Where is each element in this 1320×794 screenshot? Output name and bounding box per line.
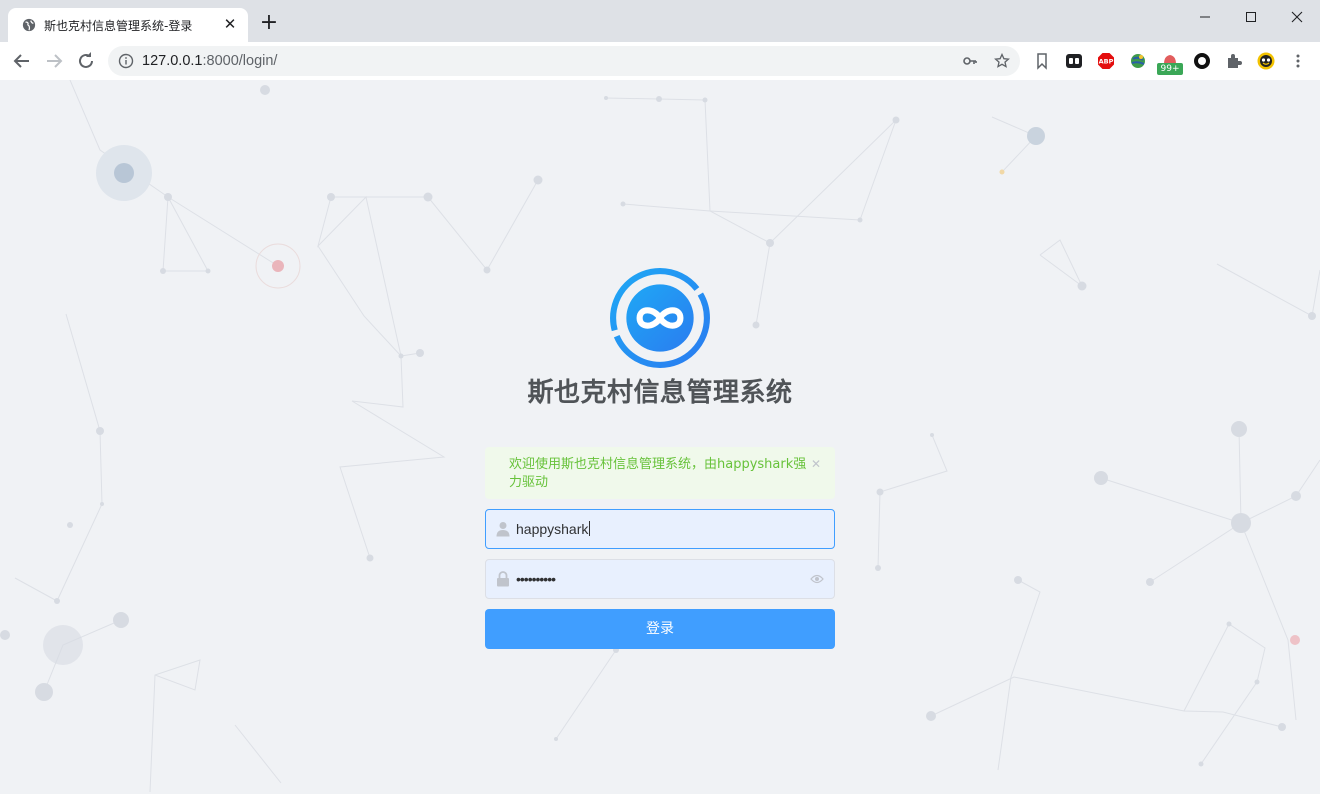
browser-tabstrip: 斯也克村信息管理系统-登录 ✕ + — [0, 0, 1320, 42]
page-title: 斯也克村信息管理系统 — [527, 378, 793, 408]
bookmark-icon[interactable] — [1033, 52, 1051, 70]
minimize-icon[interactable] — [1182, 4, 1228, 28]
tab-close-icon[interactable]: ✕ — [222, 16, 238, 32]
login-button[interactable]: 登录 — [485, 609, 835, 649]
maximize-icon[interactable] — [1228, 4, 1274, 28]
alert-message: 欢迎使用斯也克村信息管理系统，由happyshark强力驱动 — [509, 457, 807, 490]
alert-close-icon[interactable]: ✕ — [811, 457, 821, 471]
globe-icon — [22, 18, 36, 32]
url-path: :8000/login/ — [202, 53, 278, 69]
close-window-icon[interactable] — [1274, 4, 1320, 28]
reload-icon[interactable] — [74, 49, 98, 73]
puzzle-icon[interactable] — [1225, 52, 1243, 70]
address-bar[interactable]: 127.0.0.1:8000/login/ — [108, 46, 1020, 76]
circle-extension-icon[interactable] — [1193, 52, 1211, 70]
todo-icon[interactable] — [1065, 52, 1083, 70]
lock-icon — [497, 571, 509, 587]
extension-badge: 99+ — [1157, 63, 1183, 75]
back-icon[interactable] — [10, 49, 34, 73]
star-icon[interactable] — [994, 53, 1010, 69]
network-background — [0, 80, 1320, 793]
svg-text:ABP: ABP — [1099, 58, 1114, 66]
tab-title: 斯也克村信息管理系统-登录 — [44, 19, 193, 33]
browser-tab[interactable]: 斯也克村信息管理系统-登录 ✕ — [8, 8, 248, 42]
more-menu-icon[interactable] — [1289, 52, 1307, 70]
forward-icon[interactable] — [42, 49, 66, 73]
profile-avatar-icon[interactable] — [1257, 52, 1275, 70]
browser-toolbar: 127.0.0.1:8000/login/ ABP 99+ — [0, 42, 1320, 81]
text-caret — [589, 521, 591, 536]
url-host: 127.0.0.1 — [142, 53, 203, 69]
user-icon — [496, 522, 510, 537]
password-input[interactable]: •••••••••• — [516, 571, 556, 587]
url-text: 127.0.0.1:8000/login/ — [142, 53, 277, 69]
username-field[interactable]: happyshark — [485, 509, 835, 549]
site-info-icon[interactable] — [118, 53, 134, 69]
show-password-eye-icon[interactable] — [810, 573, 824, 585]
adblock-plus-icon[interactable]: ABP — [1097, 52, 1115, 70]
globe-extension-icon[interactable] — [1129, 52, 1147, 70]
welcome-alert: 欢迎使用斯也克村信息管理系统，由happyshark强力驱动 ✕ — [485, 447, 835, 499]
login-page: 斯也克村信息管理系统 欢迎使用斯也克村信息管理系统，由happyshark强力驱… — [0, 80, 1320, 794]
username-input[interactable]: happyshark — [516, 521, 591, 537]
logo-icon — [610, 268, 710, 368]
key-icon[interactable] — [962, 53, 978, 69]
new-tab-icon[interactable]: + — [258, 12, 280, 34]
password-field[interactable]: •••••••••• — [485, 559, 835, 599]
username-value: happyshark — [516, 521, 589, 537]
